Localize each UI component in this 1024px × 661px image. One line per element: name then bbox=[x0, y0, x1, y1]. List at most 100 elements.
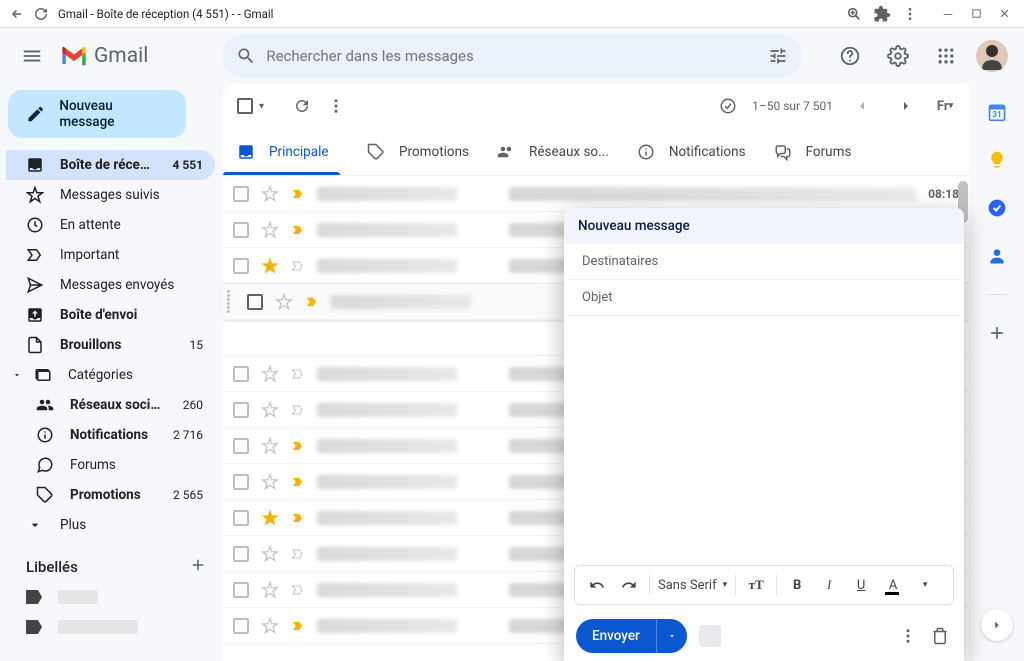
star-toggle[interactable] bbox=[261, 617, 279, 635]
sidebar-item-promotions[interactable]: Promotions 2 565 bbox=[6, 480, 215, 510]
recipients-field[interactable]: Destinataires bbox=[568, 244, 960, 280]
drag-handle[interactable] bbox=[227, 290, 235, 313]
star-toggle[interactable] bbox=[261, 365, 279, 383]
more-format-button[interactable]: ▾ bbox=[913, 573, 937, 597]
sidebar-item-starred[interactable]: Messages suivis bbox=[6, 180, 215, 210]
sidebar-item-social[interactable]: Réseaux socia... 260 bbox=[6, 390, 215, 420]
tasks-addon[interactable] bbox=[987, 198, 1007, 218]
tab-forums[interactable]: Forums bbox=[760, 128, 890, 175]
important-toggle[interactable] bbox=[291, 475, 305, 489]
send-button[interactable]: Envoyer bbox=[576, 619, 687, 653]
row-checkbox[interactable] bbox=[233, 582, 249, 598]
sidebar-item-inbox[interactable]: Boîte de récepti... 4 551 bbox=[6, 150, 215, 180]
important-toggle[interactable] bbox=[291, 619, 305, 633]
sidebar-item-important[interactable]: Important bbox=[6, 240, 215, 270]
tab-primary[interactable]: Principale bbox=[223, 128, 353, 175]
calendar-addon[interactable]: 31 bbox=[987, 102, 1007, 122]
sidebar-item-sent[interactable]: Messages envoyés bbox=[6, 270, 215, 300]
tab-promotions[interactable]: Promotions bbox=[353, 128, 483, 175]
star-toggle[interactable] bbox=[261, 437, 279, 455]
row-checkbox[interactable] bbox=[233, 546, 249, 562]
keep-addon[interactable] bbox=[987, 150, 1007, 170]
row-checkbox[interactable] bbox=[233, 186, 249, 202]
account-avatar[interactable] bbox=[976, 40, 1008, 72]
gmail-logo[interactable]: Gmail bbox=[60, 44, 148, 68]
subject-field[interactable]: Objet bbox=[568, 280, 960, 316]
contacts-addon[interactable] bbox=[987, 246, 1007, 266]
star-toggle[interactable] bbox=[261, 221, 279, 239]
mail-row[interactable]: 08:18 bbox=[223, 176, 969, 212]
row-checkbox[interactable] bbox=[233, 474, 249, 490]
undo-button[interactable] bbox=[585, 573, 609, 597]
important-toggle[interactable] bbox=[291, 403, 305, 417]
search-input[interactable] bbox=[266, 47, 768, 65]
back-button[interactable] bbox=[8, 5, 26, 23]
underline-button[interactable]: U bbox=[849, 573, 873, 597]
row-checkbox[interactable] bbox=[233, 222, 249, 238]
italic-button[interactable]: I bbox=[817, 573, 841, 597]
compose-header[interactable]: Nouveau message bbox=[564, 208, 964, 244]
sidebar-item-snoozed[interactable]: En attente bbox=[6, 210, 215, 240]
extensions-icon[interactable] bbox=[870, 2, 894, 26]
more-button[interactable] bbox=[326, 96, 346, 116]
minimize-button[interactable]: ─ bbox=[936, 2, 960, 26]
sidebar-item-outbox[interactable]: Boîte d'envoi bbox=[6, 300, 215, 330]
next-page-button[interactable] bbox=[891, 91, 921, 121]
row-checkbox[interactable] bbox=[233, 438, 249, 454]
important-toggle[interactable] bbox=[291, 367, 305, 381]
row-checkbox[interactable] bbox=[233, 366, 249, 382]
important-toggle[interactable] bbox=[291, 583, 305, 597]
important-toggle[interactable] bbox=[291, 223, 305, 237]
font-size-button[interactable]: тT bbox=[744, 573, 768, 597]
font-selector[interactable]: Sans Serif▾ bbox=[658, 578, 727, 593]
apps-button[interactable] bbox=[928, 38, 964, 74]
bold-button[interactable]: B bbox=[785, 573, 809, 597]
important-toggle[interactable] bbox=[305, 295, 319, 309]
important-toggle[interactable] bbox=[291, 511, 305, 525]
prev-page-button[interactable] bbox=[847, 91, 877, 121]
search-bar[interactable] bbox=[222, 34, 802, 78]
important-toggle[interactable] bbox=[291, 259, 305, 273]
star-toggle[interactable] bbox=[275, 293, 293, 311]
support-button[interactable] bbox=[832, 38, 868, 74]
row-checkbox[interactable] bbox=[233, 510, 249, 526]
search-options-icon[interactable] bbox=[768, 46, 788, 66]
offline-icon[interactable] bbox=[718, 96, 738, 116]
maximize-button[interactable] bbox=[964, 2, 988, 26]
select-all-checkbox[interactable] bbox=[237, 98, 253, 114]
add-label-button[interactable] bbox=[189, 556, 207, 578]
star-toggle[interactable] bbox=[261, 185, 279, 203]
important-toggle[interactable] bbox=[291, 187, 305, 201]
star-toggle[interactable] bbox=[261, 509, 279, 527]
compose-button[interactable]: Nouveau message bbox=[8, 90, 186, 138]
label-item[interactable] bbox=[6, 582, 223, 612]
important-toggle[interactable] bbox=[291, 439, 305, 453]
row-checkbox[interactable] bbox=[233, 258, 249, 274]
star-toggle[interactable] bbox=[261, 581, 279, 599]
row-checkbox[interactable] bbox=[233, 402, 249, 418]
star-toggle[interactable] bbox=[261, 401, 279, 419]
more-options-button[interactable] bbox=[896, 624, 920, 648]
send-options-arrow[interactable] bbox=[656, 619, 687, 653]
discard-button[interactable] bbox=[928, 624, 952, 648]
browser-menu-icon[interactable] bbox=[898, 2, 922, 26]
hide-sidepanel-button[interactable] bbox=[981, 609, 1013, 641]
important-toggle[interactable] bbox=[291, 547, 305, 561]
row-checkbox[interactable] bbox=[233, 618, 249, 634]
redo-button[interactable] bbox=[617, 573, 641, 597]
refresh-button[interactable] bbox=[292, 96, 312, 116]
settings-button[interactable] bbox=[880, 38, 916, 74]
label-item[interactable] bbox=[6, 612, 223, 642]
star-toggle[interactable] bbox=[261, 473, 279, 491]
attach-area[interactable] bbox=[699, 625, 721, 647]
input-tools-button[interactable]: Fr ▾ bbox=[935, 96, 955, 116]
tab-updates[interactable]: Notifications bbox=[623, 128, 760, 175]
sidebar-item-updates[interactable]: Notifications 2 716 bbox=[6, 420, 215, 450]
sidebar-item-forums[interactable]: Forums bbox=[6, 450, 215, 480]
main-menu-button[interactable] bbox=[12, 36, 52, 76]
reload-button[interactable] bbox=[32, 5, 50, 23]
sidebar-item-categories[interactable]: Catégories bbox=[6, 360, 215, 390]
sidebar-item-more[interactable]: Plus bbox=[6, 510, 215, 540]
close-window-button[interactable] bbox=[992, 2, 1016, 26]
sidebar-item-drafts[interactable]: Brouillons 15 bbox=[6, 330, 215, 360]
